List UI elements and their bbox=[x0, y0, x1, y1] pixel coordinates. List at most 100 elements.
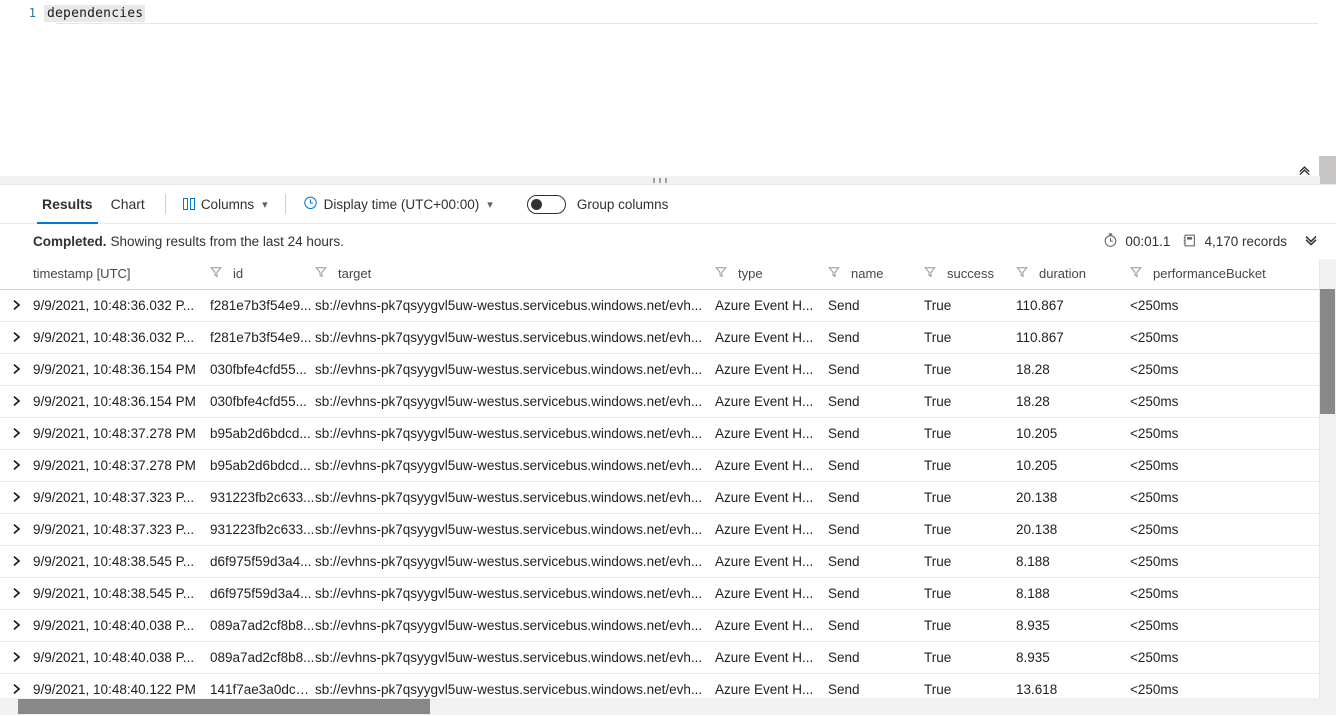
query-editor-line[interactable]: 1 dependencies bbox=[0, 3, 1320, 23]
cell-id: b95ab2d6bdcd... bbox=[210, 417, 315, 450]
row-expander-cell[interactable] bbox=[0, 385, 33, 418]
query-text[interactable]: dependencies bbox=[44, 4, 146, 22]
table-row[interactable]: 9/9/2021, 10:48:36.154 PM 030fbfe4cfd55..… bbox=[0, 385, 1320, 418]
cell-performanceBucket: <250ms bbox=[1130, 385, 1320, 418]
filter-funnel-icon[interactable] bbox=[1130, 266, 1142, 281]
chevron-right-icon[interactable] bbox=[0, 354, 33, 385]
cell-target: sb://evhns-pk7qsyygvl5uw-westus.serviceb… bbox=[315, 609, 715, 642]
column-header-timestamp-label: timestamp [UTC] bbox=[33, 266, 131, 282]
chevron-right-icon[interactable] bbox=[0, 386, 33, 417]
table-row[interactable]: 9/9/2021, 10:48:37.323 P... 931223fb2c633… bbox=[0, 513, 1320, 546]
editor-vertical-scrollbar[interactable] bbox=[1320, 0, 1336, 160]
tab-chart-label: Chart bbox=[110, 196, 145, 212]
cell-duration: 8.188 bbox=[1016, 577, 1130, 610]
cell-target: sb://evhns-pk7qsyygvl5uw-westus.serviceb… bbox=[315, 321, 715, 354]
results-vertical-scrollbar[interactable] bbox=[1319, 259, 1336, 699]
cell-type: Azure Event H... bbox=[715, 641, 828, 674]
tab-chart[interactable]: Chart bbox=[102, 185, 154, 224]
cell-timestamp: 9/9/2021, 10:48:37.278 PM bbox=[33, 449, 210, 482]
vertical-scrollbar-thumb[interactable] bbox=[1320, 289, 1335, 414]
cell-performanceBucket: <250ms bbox=[1130, 545, 1320, 578]
cell-timestamp: 9/9/2021, 10:48:36.154 PM bbox=[33, 385, 210, 418]
cell-target: sb://evhns-pk7qsyygvl5uw-westus.serviceb… bbox=[315, 353, 715, 386]
table-row[interactable]: 9/9/2021, 10:48:38.545 P... d6f975f59d3a4… bbox=[0, 545, 1320, 578]
group-columns-toggle[interactable]: Group columns bbox=[526, 194, 668, 214]
row-expander-cell[interactable] bbox=[0, 417, 33, 450]
columns-button[interactable]: Columns ▾ bbox=[177, 190, 274, 218]
column-header-target[interactable]: target bbox=[315, 259, 715, 290]
table-row[interactable]: 9/9/2021, 10:48:36.032 P... f281e7b3f54e9… bbox=[0, 321, 1320, 354]
column-header-duration[interactable]: duration bbox=[1016, 259, 1130, 290]
table-row[interactable]: 9/9/2021, 10:48:40.038 P... 089a7ad2cf8b8… bbox=[0, 609, 1320, 642]
chevron-right-icon[interactable] bbox=[0, 290, 33, 321]
record-count-value: 4,170 records bbox=[1204, 234, 1287, 249]
column-header-timestamp[interactable]: timestamp [UTC] bbox=[33, 259, 210, 290]
row-expander-cell[interactable] bbox=[0, 609, 33, 642]
row-expander-cell[interactable] bbox=[0, 353, 33, 386]
row-expander-cell[interactable] bbox=[0, 321, 33, 354]
chevron-right-icon[interactable] bbox=[0, 546, 33, 577]
filter-funnel-icon[interactable] bbox=[1016, 266, 1028, 281]
table-row[interactable]: 9/9/2021, 10:48:40.038 P... 089a7ad2cf8b8… bbox=[0, 641, 1320, 674]
pane-splitter[interactable] bbox=[0, 176, 1320, 184]
cell-name: Send bbox=[828, 577, 924, 610]
row-expander-cell[interactable] bbox=[0, 481, 33, 514]
row-expander-cell[interactable] bbox=[0, 513, 33, 546]
row-expander-cell[interactable] bbox=[0, 577, 33, 610]
display-time-button[interactable]: Display time (UTC+00:00) ▾ bbox=[297, 190, 499, 218]
expand-results-button[interactable] bbox=[1299, 232, 1323, 251]
column-header-id[interactable]: id bbox=[210, 259, 315, 290]
table-row[interactable]: 9/9/2021, 10:48:36.032 P... f281e7b3f54e9… bbox=[0, 289, 1320, 322]
toolbar-divider-2 bbox=[284, 194, 286, 214]
chevron-right-icon[interactable] bbox=[0, 450, 33, 481]
table-row[interactable]: 9/9/2021, 10:48:37.278 PM b95ab2d6bdcd...… bbox=[0, 449, 1320, 482]
table-row[interactable]: 9/9/2021, 10:48:37.278 PM b95ab2d6bdcd...… bbox=[0, 417, 1320, 450]
chevron-right-icon[interactable] bbox=[0, 514, 33, 545]
cell-type: Azure Event H... bbox=[715, 385, 828, 418]
results-toolbar: Results Chart Columns ▾ Display time (UT… bbox=[0, 185, 1336, 224]
table-row[interactable]: 9/9/2021, 10:48:37.323 P... 931223fb2c633… bbox=[0, 481, 1320, 514]
cell-target: sb://evhns-pk7qsyygvl5uw-westus.serviceb… bbox=[315, 513, 715, 546]
columns-icon bbox=[182, 198, 195, 210]
column-header-performancebucket[interactable]: performanceBucket bbox=[1130, 259, 1320, 290]
cell-type: Azure Event H... bbox=[715, 289, 828, 322]
cell-id: f281e7b3f54e9... bbox=[210, 321, 315, 354]
cell-id: 089a7ad2cf8b8... bbox=[210, 641, 315, 674]
row-expander-cell[interactable] bbox=[0, 641, 33, 674]
cell-target: sb://evhns-pk7qsyygvl5uw-westus.serviceb… bbox=[315, 417, 715, 450]
timer-icon bbox=[1103, 232, 1118, 251]
filter-funnel-icon[interactable] bbox=[715, 266, 727, 281]
status-bar-right: 00:01.1 4,170 records bbox=[1103, 224, 1323, 259]
clock-icon bbox=[303, 195, 318, 213]
chevron-right-icon[interactable] bbox=[0, 642, 33, 673]
cell-name: Send bbox=[828, 641, 924, 674]
cell-target: sb://evhns-pk7qsyygvl5uw-westus.serviceb… bbox=[315, 289, 715, 322]
row-expander-cell[interactable] bbox=[0, 289, 33, 322]
column-header-success[interactable]: success bbox=[924, 259, 1016, 290]
toggle-switch[interactable] bbox=[526, 194, 566, 214]
chevron-right-icon[interactable] bbox=[0, 482, 33, 513]
table-row[interactable]: 9/9/2021, 10:48:36.154 PM 030fbfe4cfd55..… bbox=[0, 353, 1320, 386]
cell-id: d6f975f59d3a4... bbox=[210, 545, 315, 578]
row-expander-cell[interactable] bbox=[0, 449, 33, 482]
cell-id: 030fbfe4cfd55... bbox=[210, 385, 315, 418]
table-row[interactable]: 9/9/2021, 10:48:38.545 P... d6f975f59d3a4… bbox=[0, 577, 1320, 610]
filter-funnel-icon[interactable] bbox=[315, 266, 327, 281]
cell-success: True bbox=[924, 577, 1016, 610]
results-horizontal-scrollbar[interactable] bbox=[0, 698, 1336, 715]
horizontal-scrollbar-thumb[interactable] bbox=[18, 699, 430, 714]
filter-funnel-icon[interactable] bbox=[828, 266, 840, 281]
filter-funnel-icon[interactable] bbox=[210, 266, 222, 281]
chevron-right-icon[interactable] bbox=[0, 578, 33, 609]
cell-timestamp: 9/9/2021, 10:48:37.278 PM bbox=[33, 417, 210, 450]
column-header-name-label: name bbox=[851, 266, 884, 282]
cell-duration: 20.138 bbox=[1016, 481, 1130, 514]
chevron-right-icon[interactable] bbox=[0, 418, 33, 449]
column-header-type[interactable]: type bbox=[715, 259, 828, 290]
filter-funnel-icon[interactable] bbox=[924, 266, 936, 281]
chevron-right-icon[interactable] bbox=[0, 610, 33, 641]
chevron-right-icon[interactable] bbox=[0, 322, 33, 353]
row-expander-cell[interactable] bbox=[0, 545, 33, 578]
column-header-name[interactable]: name bbox=[828, 259, 924, 290]
tab-results[interactable]: Results bbox=[33, 185, 102, 224]
